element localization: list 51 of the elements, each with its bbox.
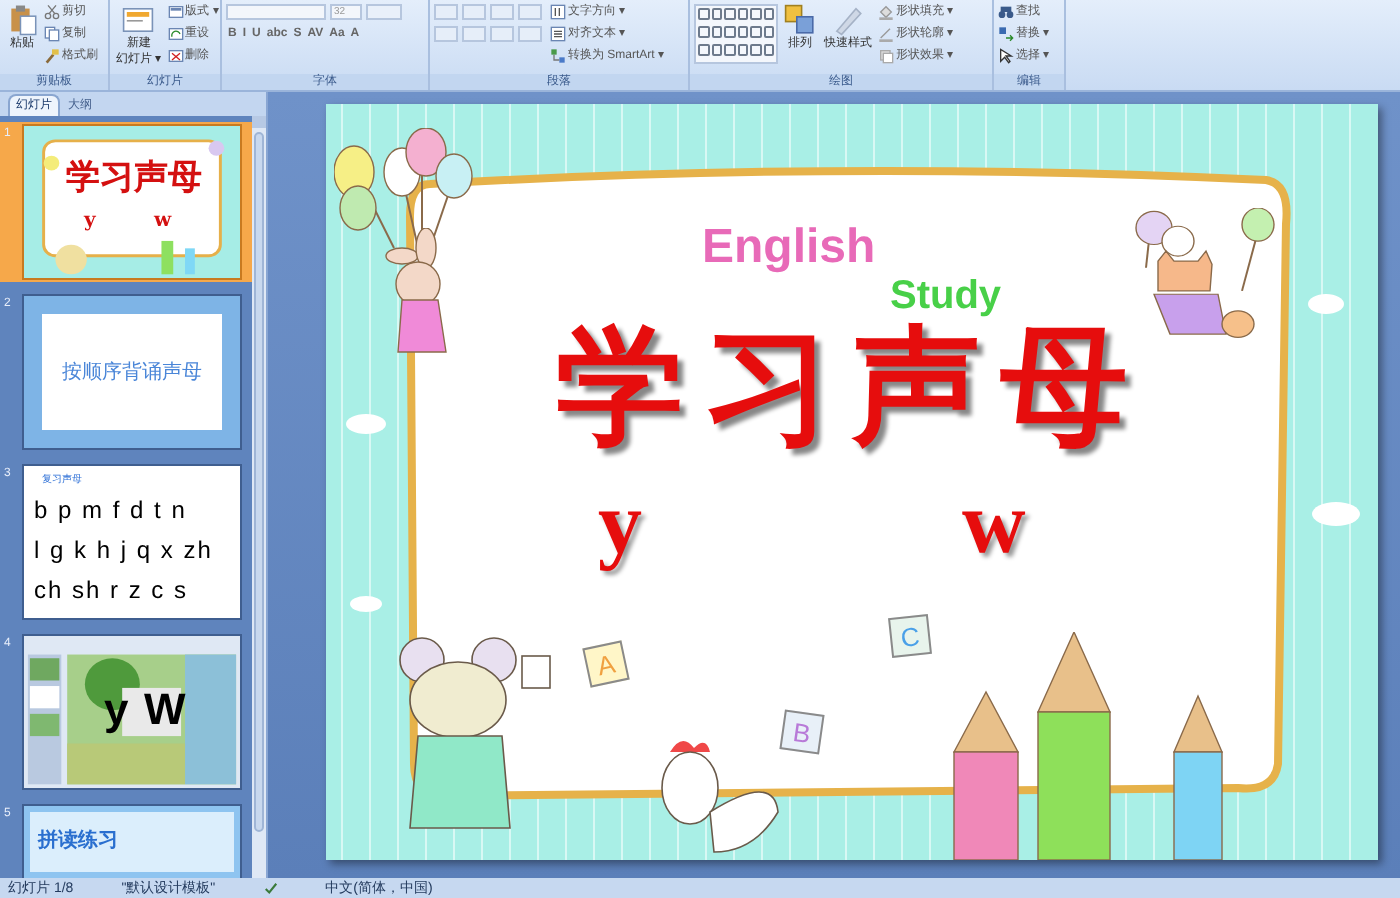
slide-title: 学习声母: [64, 162, 204, 196]
slide-letter: w: [962, 480, 1026, 568]
paragraph-button[interactable]: [490, 4, 514, 20]
study-heading: Study: [890, 276, 1002, 316]
reset-icon: [167, 26, 184, 42]
slide-thumbnail[interactable]: 学习声母 y w: [22, 124, 242, 280]
clipboard-icon: [6, 4, 38, 36]
letters-row-text: b p m f d t n: [34, 493, 189, 527]
delete-icon: [167, 48, 184, 64]
paragraph-button[interactable]: [518, 26, 542, 42]
paragraph-button[interactable]: [462, 26, 486, 42]
copy-icon: [44, 26, 60, 42]
new-slide-icon: [122, 4, 155, 36]
arrange-icon: [784, 4, 816, 36]
slide-thumbnail[interactable]: 按顺序背诵声母: [22, 294, 242, 450]
shapes-gallery[interactable]: [694, 4, 778, 64]
slide-title: 拼读练习: [38, 830, 118, 852]
smartart-icon: [550, 48, 566, 64]
slide-letter: y: [104, 682, 129, 738]
slide-title: 按顺序背诵声母: [62, 359, 202, 387]
font-name-field[interactable]: [226, 4, 326, 20]
layout-icon: [167, 4, 184, 20]
paragraph-button[interactable]: [518, 4, 542, 20]
shape-fill-icon: [878, 4, 894, 20]
slide-letter: y: [598, 480, 642, 568]
align-text-icon: [550, 26, 566, 42]
shape-effects-icon: [878, 48, 894, 64]
scissors-icon: [44, 4, 60, 20]
english-heading: English: [702, 224, 876, 272]
font-size-buttons[interactable]: [366, 4, 402, 20]
slide-thumbnail[interactable]: y W: [22, 634, 242, 790]
letters-row-text: l g k h j q x zh: [34, 533, 215, 567]
scrollbar[interactable]: [252, 116, 266, 878]
slide-title: 学习声母: [554, 324, 1150, 452]
paragraph-button[interactable]: [462, 4, 486, 20]
letters-row-text: ch sh r z c s: [34, 573, 191, 607]
slide-letter: y: [84, 208, 96, 236]
paragraph-button[interactable]: [434, 4, 458, 20]
replace-icon: [998, 26, 1014, 42]
slide-thumbnail[interactable]: 拼读练习: [22, 804, 242, 878]
slide-letter: W: [144, 682, 186, 738]
paragraph-button[interactable]: [434, 26, 458, 42]
brush-icon: [44, 48, 60, 64]
pointer-icon: [998, 48, 1014, 64]
slide-letter: w: [154, 208, 172, 236]
text-direction-icon: [550, 4, 566, 20]
shape-outline-icon: [878, 26, 894, 42]
spell-check-icon: [263, 881, 278, 895]
quick-styles-icon: [832, 4, 864, 36]
binoculars-icon: [998, 4, 1014, 20]
paragraph-button[interactable]: [490, 26, 514, 42]
